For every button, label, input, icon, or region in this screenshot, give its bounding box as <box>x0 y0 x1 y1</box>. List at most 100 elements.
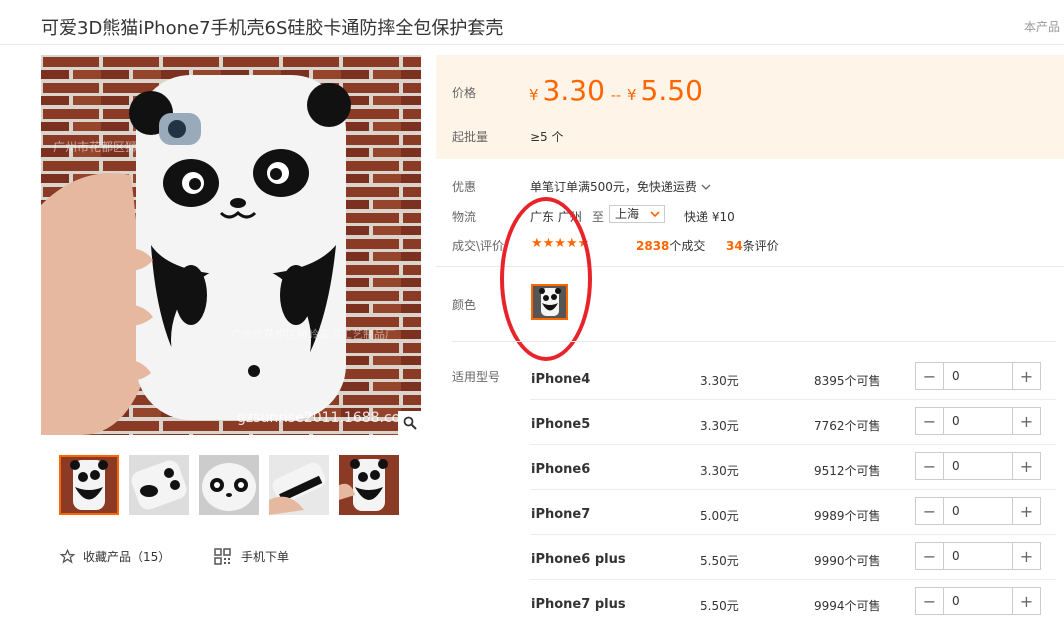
row-divider <box>530 489 1056 490</box>
thumbnail-image <box>61 457 117 513</box>
quantity-input[interactable]: 0 <box>943 498 1013 524</box>
product-title: 可爱3D熊猫iPhone7手机壳6S硅胶卡通防摔全包保护套壳 <box>41 18 504 39</box>
thumbnail-image <box>129 455 189 515</box>
minus-button[interactable]: − <box>916 453 943 479</box>
reviews-count-link[interactable]: 34条评价 <box>726 237 779 254</box>
row-divider <box>530 399 1056 400</box>
reviews-suffix: 条评价 <box>742 239 779 253</box>
thumbnail-2[interactable] <box>129 455 189 515</box>
destination-select[interactable]: 上海 <box>609 205 665 223</box>
main-product-image[interactable]: 广州市花都区狮 广州市花都区狮岭鑫源工艺制品厂 gzsunrise2011.16… <box>41 55 421 435</box>
mobile-order-button[interactable]: 手机下单 <box>214 548 289 565</box>
row-divider <box>530 579 1056 580</box>
model-price: 5.00元 <box>700 509 739 523</box>
thumbnail-5[interactable] <box>339 455 399 515</box>
model-row: iPhone7 5.00元 9989个可售 − 0 + <box>530 495 1056 540</box>
minus-button[interactable]: − <box>916 408 943 434</box>
model-price: 3.30元 <box>700 374 739 388</box>
quantity-input[interactable]: 0 <box>943 543 1013 569</box>
quantity-input[interactable]: 0 <box>943 588 1013 614</box>
model-row: iPhone7 plus 5.50元 9994个可售 − 0 + <box>530 585 1056 625</box>
deals-count-link[interactable]: 2838个成交 <box>636 237 705 254</box>
model-price: 3.30元 <box>700 419 739 433</box>
watermark-url: gzsunrise2011.1688.com <box>237 410 414 426</box>
logistics-label: 物流 <box>452 210 477 224</box>
model-stock: 7762个可售 <box>814 419 881 433</box>
thumbnail-3[interactable] <box>199 455 259 515</box>
minus-button[interactable]: − <box>916 363 943 389</box>
thumbnail-image <box>339 455 399 515</box>
moq-label: 起批量 <box>452 130 489 144</box>
favorite-button[interactable]: 收藏产品（15） <box>60 548 170 565</box>
model-stock: 8395个可售 <box>814 374 881 388</box>
model-price: 3.30元 <box>700 464 739 478</box>
thumbnail-1[interactable] <box>59 455 119 515</box>
mobile-order-label: 手机下单 <box>241 550 290 564</box>
quantity-stepper: − 0 + <box>915 407 1041 435</box>
model-stock: 9989个可售 <box>814 509 881 523</box>
minus-button[interactable]: − <box>916 543 943 569</box>
chevron-down-icon <box>650 211 660 218</box>
panda-case-photo: 广州市花都区狮 广州市花都区狮岭鑫源工艺制品厂 gzsunrise2011.16… <box>41 55 421 435</box>
deals-suffix: 个成交 <box>669 239 706 253</box>
model-price: 5.50元 <box>700 599 739 613</box>
row-divider <box>530 444 1056 445</box>
model-row: iPhone6 plus 5.50元 9990个可售 − 0 + <box>530 540 1056 585</box>
minus-button[interactable]: − <box>916 588 943 614</box>
quantity-stepper: − 0 + <box>915 497 1041 525</box>
model-label: 适用型号 <box>452 370 501 384</box>
thumbnail-image <box>269 455 329 515</box>
top-right-link[interactable]: 本产品 <box>1024 18 1060 35</box>
model-stock: 9512个可售 <box>814 464 881 478</box>
promo-value: 单笔订单满500元，免快递运费 <box>530 180 697 194</box>
reviews-count: 34 <box>726 239 743 253</box>
model-stock: 9990个可售 <box>814 554 881 568</box>
model-row: iPhone5 3.30元 7762个可售 − 0 + <box>530 405 1056 450</box>
favorite-label: 收藏产品（15） <box>83 550 171 564</box>
chevron-down-icon <box>701 184 711 190</box>
model-name: iPhone7 plus <box>531 597 626 612</box>
price-low: 3.30 <box>542 74 605 107</box>
price-range: ¥ 3.30 -- ¥ 5.50 <box>529 74 703 107</box>
destination-value: 上海 <box>615 207 640 221</box>
model-stock: 9994个可售 <box>814 599 881 613</box>
color-label: 颜色 <box>452 298 477 312</box>
shipping-fee: 快递 ¥10 <box>684 210 735 224</box>
price-label: 价格 <box>452 86 477 100</box>
plus-button[interactable]: + <box>1013 543 1040 569</box>
model-name: iPhone6 <box>531 462 591 477</box>
model-name: iPhone6 plus <box>531 552 626 567</box>
model-row: iPhone4 3.30元 8395个可售 − 0 + <box>530 360 1056 405</box>
model-price: 5.50元 <box>700 554 739 568</box>
trade-label: 成交\评价 <box>452 239 505 253</box>
moq-value: ≥5 个 <box>530 130 564 144</box>
plus-button[interactable]: + <box>1013 408 1040 434</box>
model-row: iPhone6 3.30元 9512个可售 − 0 + <box>530 450 1056 495</box>
model-name: iPhone7 <box>531 507 591 522</box>
star-outline-icon <box>60 549 75 564</box>
quantity-stepper: − 0 + <box>915 362 1041 390</box>
promo-dropdown[interactable]: 单笔订单满500元，免快递运费 <box>530 178 711 195</box>
watermark-top: 广州市花都区狮 <box>53 139 137 154</box>
price-separator: -- <box>610 88 621 104</box>
plus-button[interactable]: + <box>1013 498 1040 524</box>
thumbnail-4[interactable] <box>269 455 329 515</box>
quantity-input[interactable]: 0 <box>943 408 1013 434</box>
annotation-circle <box>500 197 592 361</box>
quantity-stepper: − 0 + <box>915 542 1041 570</box>
plus-button[interactable]: + <box>1013 588 1040 614</box>
quantity-input[interactable]: 0 <box>943 363 1013 389</box>
section-divider <box>452 341 1056 342</box>
row-divider <box>530 534 1056 535</box>
quantity-stepper: − 0 + <box>915 452 1041 480</box>
plus-button[interactable]: + <box>1013 453 1040 479</box>
plus-button[interactable]: + <box>1013 363 1040 389</box>
price-high: 5.50 <box>640 74 703 107</box>
zoom-icon[interactable] <box>398 411 421 435</box>
minus-button[interactable]: − <box>916 498 943 524</box>
currency-symbol-low: ¥ <box>529 86 539 104</box>
quantity-input[interactable]: 0 <box>943 453 1013 479</box>
qr-code-icon <box>214 548 231 565</box>
thumbnail-image <box>199 455 259 515</box>
currency-symbol-high: ¥ <box>627 86 637 104</box>
